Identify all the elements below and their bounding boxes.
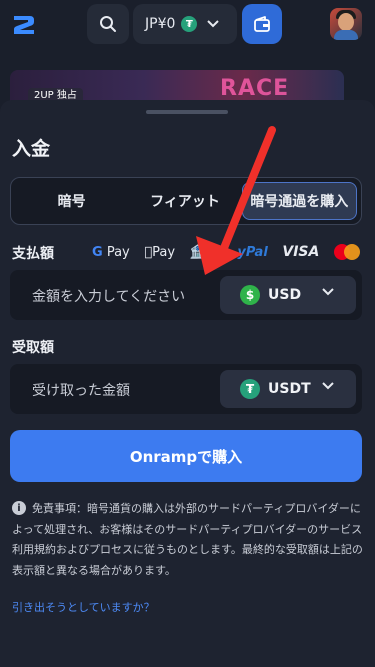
pay-amount-input[interactable]: 金額を入力してください (32, 286, 185, 306)
receive-amount-input[interactable]: 受け取った金額 (32, 380, 130, 400)
tether-icon: ₮ (181, 16, 198, 32)
receive-currency-select[interactable]: ₮ USDT (220, 370, 356, 408)
pay-currency-select[interactable]: $ USD (220, 276, 356, 314)
wallet-icon (254, 16, 270, 32)
visa-logo-icon: VISA (280, 244, 319, 260)
paypal-logo-icon: yPal (234, 244, 267, 260)
payment-methods: G Pay Pay 🏦Ba yPal VISA (92, 240, 360, 264)
chevron-down-icon (322, 288, 334, 296)
receive-amount-field[interactable]: 受け取った金額 ₮ USDT (10, 364, 362, 414)
disclaimer-text: 免責事項：暗号通貨の購入は外部のサードパーティプロバイダーによって処理され、お客… (12, 502, 363, 577)
tab-buy-crypto[interactable]: 暗号通過を購入 (241, 182, 357, 220)
withdraw-link[interactable]: 引き出そうとしていますか？ (12, 599, 155, 615)
search-button[interactable] (87, 4, 129, 44)
chevron-down-icon (207, 20, 220, 28)
pay-currency-label: USD (268, 287, 302, 303)
search-icon (100, 16, 116, 32)
chevron-down-icon (322, 382, 334, 390)
wallet-button[interactable] (242, 4, 282, 44)
balance-selector[interactable]: JP¥0 ₮ (133, 4, 237, 44)
buy-with-onramp-button[interactable]: Onrampで購入 (10, 430, 362, 482)
receive-amount-label: 受取額 (12, 340, 54, 356)
info-icon: i (12, 501, 26, 515)
top-bar: JP¥0 ₮ (0, 0, 375, 56)
dollar-icon: $ (240, 285, 260, 305)
brand-logo-icon[interactable] (10, 10, 38, 38)
apple-pay-logo-icon: Pay (144, 244, 175, 260)
deposit-sheet: 入金 暗号 フィアット 暗号通過を購入 支払額 G Pay Pay 🏦Ba y… (0, 100, 375, 667)
receive-currency-label: USDT (268, 381, 311, 397)
pay-amount-field[interactable]: 金額を入力してください $ USD (10, 270, 362, 320)
tab-fiat[interactable]: フィアット (128, 182, 241, 220)
page-title: 入金 (12, 138, 51, 160)
promo-title: RACE (220, 76, 290, 101)
google-pay-logo-icon: G Pay (92, 244, 130, 260)
balance-amount: JP¥0 (145, 16, 176, 32)
sheet-drag-handle[interactable] (146, 110, 228, 114)
pay-amount-label: 支払額 (12, 246, 54, 262)
bank-logo-icon: 🏦Ba (185, 244, 223, 260)
mastercard-logo-icon (333, 244, 360, 260)
deposit-tabs: 暗号 フィアット 暗号通過を購入 (10, 177, 362, 225)
tether-icon: ₮ (240, 379, 260, 399)
disclaimer: i 免責事項：暗号通貨の購入は外部のサードパーティプロバイダーによって処理され、… (12, 499, 364, 581)
tab-crypto[interactable]: 暗号 (15, 182, 128, 220)
avatar[interactable] (330, 8, 362, 40)
